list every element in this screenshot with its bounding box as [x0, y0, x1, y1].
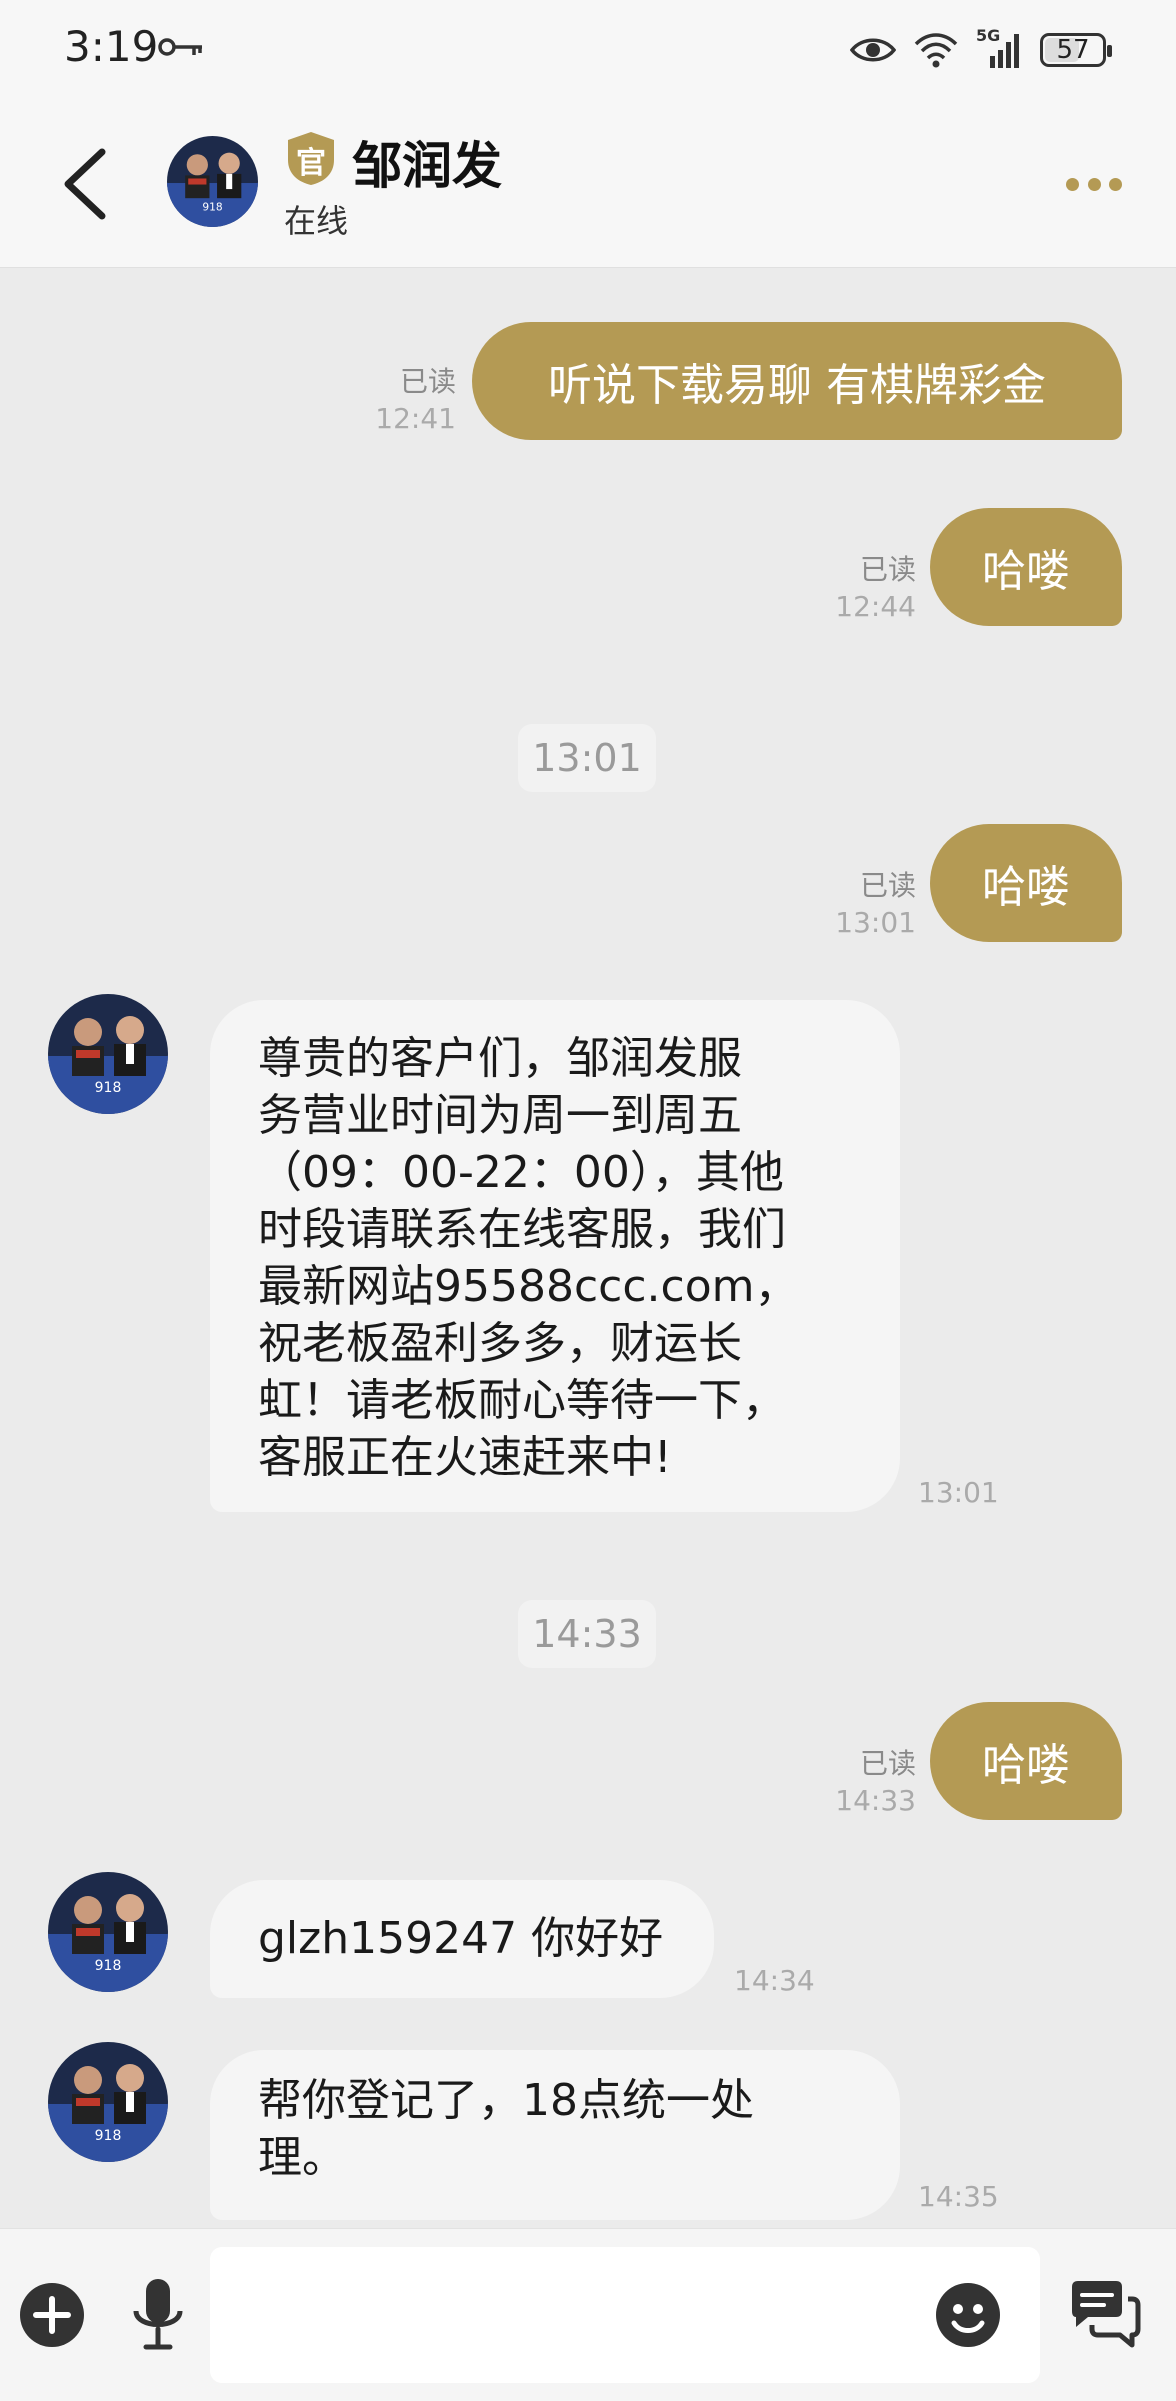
status-time: 3:19 [64, 22, 159, 71]
input-bar [0, 2228, 1176, 2401]
sender-avatar[interactable]: 918 [48, 994, 168, 1114]
contact-name: 邹润发 [352, 137, 502, 195]
message-line: 尊贵的客户们，邹润发服 [258, 1033, 742, 1084]
message-time: 13:01 [835, 906, 916, 939]
svg-text:918: 918 [95, 2128, 122, 2144]
message-time: 13:01 [918, 1476, 999, 1509]
eye-icon [850, 38, 896, 62]
message-time: 12:41 [375, 402, 456, 435]
message-line: 务营业时间为周一到周五 [258, 1090, 742, 1141]
chat-header: 918 官 邹润发 在线 [0, 100, 1176, 268]
incoming-message[interactable]: 帮你登记了，18点统一处 理。 [210, 2050, 900, 2220]
message-line: 时段请联系在线客服，我们 [258, 1204, 786, 1255]
message-line: 祝老板盈利多多，财运长 [258, 1318, 742, 1369]
read-receipt: 已读 [859, 869, 916, 902]
message-list[interactable]: 已读 12:41 听说下载易聊 有棋牌彩金 已读 12:44 哈喽 13:01 … [0, 268, 1176, 2228]
outgoing-message[interactable]: 哈喽 [930, 824, 1122, 942]
message-line: 理。 [258, 2132, 346, 2183]
message-line: （09：00-22：00），其他 [258, 1147, 784, 1198]
sender-avatar[interactable]: 918 [48, 1872, 168, 1992]
read-receipt: 已读 [859, 1747, 916, 1780]
contact-avatar[interactable]: 918 [167, 136, 258, 227]
more-options-button[interactable] [1066, 174, 1122, 194]
svg-text:918: 918 [95, 1080, 122, 1096]
svg-text:918: 918 [95, 1958, 122, 1974]
signal-icon: 5G [976, 26, 1022, 70]
read-receipt: 已读 [859, 553, 916, 586]
back-button[interactable] [56, 146, 116, 222]
battery-icon: 57 [1040, 33, 1112, 67]
message-time: 14:33 [835, 1784, 916, 1817]
read-receipt: 已读 [399, 365, 456, 398]
emoji-icon[interactable] [934, 2281, 1002, 2349]
more-dots-icon [1066, 177, 1079, 191]
message-time: 14:35 [918, 2180, 999, 2213]
status-icons: 5G 57 [850, 24, 1112, 76]
microphone-icon[interactable] [130, 2277, 186, 2353]
key-icon [158, 38, 202, 56]
battery-level: 57 [1056, 35, 1090, 65]
official-badge: 官 [284, 130, 338, 186]
time-separator: 14:33 [518, 1600, 656, 1668]
time-separator: 13:01 [518, 724, 656, 792]
status-bar: 3:19 5G 57 [0, 0, 1176, 100]
svg-text:918: 918 [202, 200, 223, 213]
plus-icon[interactable] [18, 2281, 86, 2349]
official-label: 官 [296, 146, 326, 181]
wifi-icon [914, 33, 958, 68]
incoming-message[interactable]: 尊贵的客户们，邹润发服 务营业时间为周一到周五 （09：00-22：00），其他… [210, 1000, 900, 1512]
sender-avatar[interactable]: 918 [48, 2042, 168, 2162]
quick-reply-icon[interactable] [1068, 2279, 1142, 2349]
message-line: 客服正在火速赶来中! [258, 1432, 672, 1483]
message-line: 最新网站95588ccc.com， [258, 1261, 799, 1312]
message-input[interactable] [210, 2247, 1040, 2383]
outgoing-message[interactable]: 哈喽 [930, 1702, 1122, 1820]
message-time: 12:44 [835, 590, 916, 623]
outgoing-message[interactable]: 听说下载易聊 有棋牌彩金 [472, 322, 1122, 440]
message-line: 虹！请老板耐心等待一下， [258, 1375, 786, 1426]
message-line: 帮你登记了，18点统一处 [258, 2075, 754, 2126]
incoming-message[interactable]: glzh159247 你好好 [210, 1880, 714, 1998]
online-status: 在线 [284, 202, 349, 240]
message-time: 14:34 [734, 1964, 815, 1997]
outgoing-message[interactable]: 哈喽 [930, 508, 1122, 626]
